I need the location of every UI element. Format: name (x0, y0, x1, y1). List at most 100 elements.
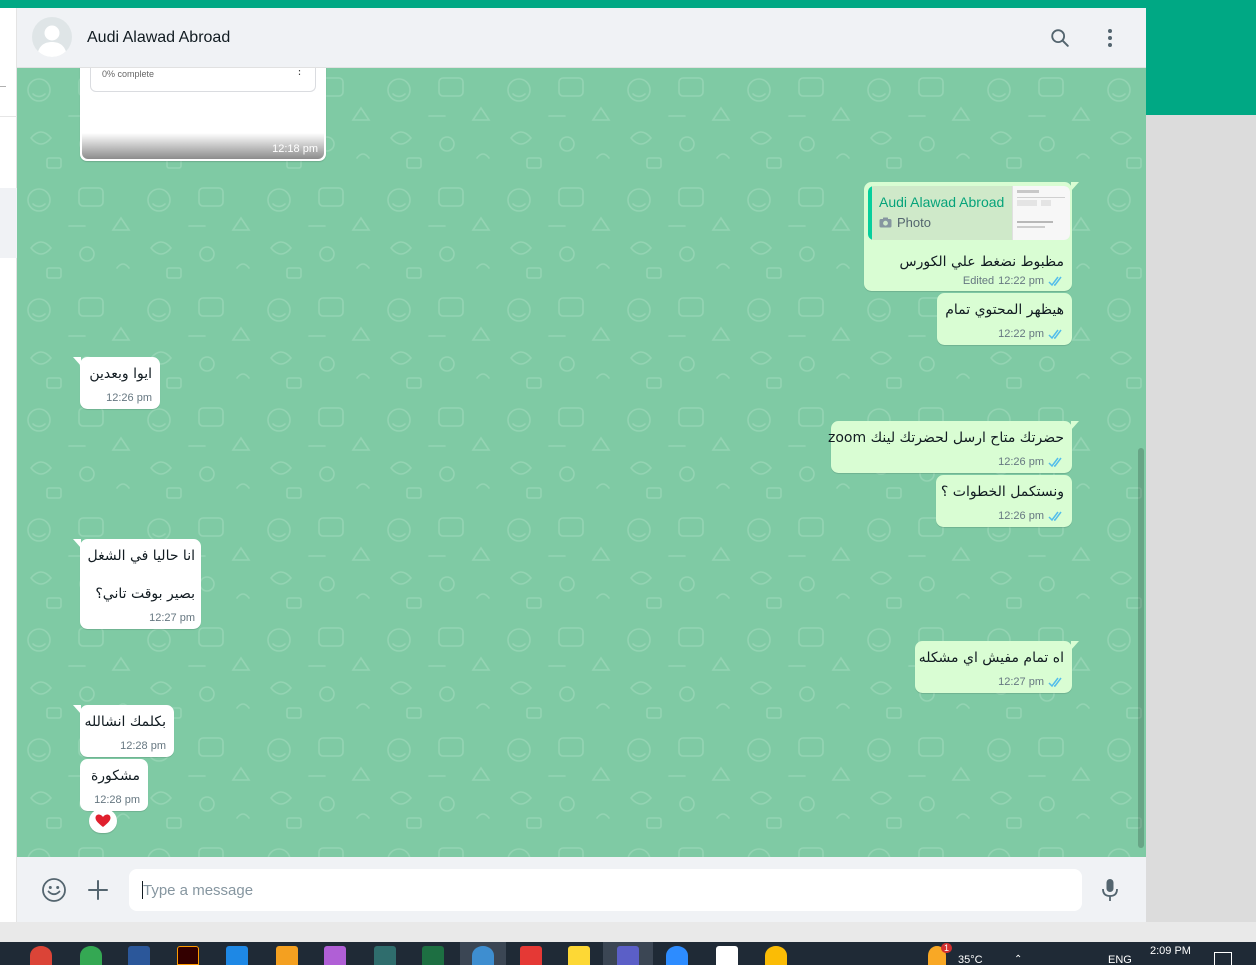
scrollbar[interactable] (1138, 448, 1144, 848)
contact-name[interactable]: Audi Alawad Abroad (87, 29, 230, 47)
message-meta: 12:26 pm (998, 456, 1064, 468)
attach-button[interactable] (83, 875, 113, 905)
chevron-up-icon[interactable]: ⌃ (1014, 954, 1022, 965)
image-message[interactable]: 0% complete ⋮ 12:18 pm (80, 68, 326, 161)
text-cursor (142, 881, 143, 899)
message-text: ونستكمل الخطوات ؟ (940, 484, 1064, 500)
microphone-icon (1102, 879, 1118, 901)
message-bubble-incoming[interactable]: ايوا وبعدين 12:26 pm (73, 357, 160, 409)
weather-badge: 1 (941, 943, 953, 953)
app-icon[interactable] (276, 946, 298, 965)
voice-message-button[interactable] (1095, 875, 1125, 905)
message-bubble-incoming[interactable]: مشكورة 12:28 pm (80, 759, 148, 811)
emoji-button[interactable] (39, 875, 69, 905)
more-options-icon (1108, 29, 1112, 47)
message-time: 12:18 pm (272, 143, 318, 155)
selected-chat-indicator[interactable] (0, 188, 17, 258)
emoji-icon (42, 878, 66, 902)
notifications-icon[interactable] (1214, 952, 1232, 965)
background-area (1146, 115, 1256, 922)
message-time: 12:26 pm (998, 456, 1044, 468)
message-bubble-outgoing[interactable]: هيظهر المحتوي تمام 12:22 pm (937, 293, 1072, 345)
chrome-icon[interactable] (765, 946, 787, 965)
heart-icon (95, 814, 111, 827)
chrome-icon[interactable] (30, 946, 52, 965)
double-check-icon (1048, 329, 1062, 339)
thumbnail-preview (1017, 190, 1065, 228)
taskbar: 1 35°C ⌃ ENG 2:09 PM (0, 942, 1256, 965)
message-bubble-incoming[interactable]: بكلمك انشالله 12:28 pm (73, 705, 174, 757)
search-icon (1051, 29, 1069, 47)
chrome-icon[interactable] (472, 946, 494, 965)
chat-header: Audi Alawad Abroad (17, 8, 1146, 68)
quoted-thumbnail (1012, 186, 1070, 240)
message-time: 12:28 pm (94, 794, 140, 806)
menu-button[interactable] (1096, 24, 1124, 52)
message-time: 12:22 pm (998, 275, 1044, 287)
default-avatar-icon (37, 25, 67, 57)
chat-list-edge[interactable] (0, 8, 17, 922)
message-text-line-2: بصير بوقت تاني؟ (95, 586, 195, 602)
message-meta: 12:28 pm (120, 740, 166, 752)
double-check-icon (1048, 276, 1062, 286)
message-list[interactable]: 0% complete ⋮ 12:18 pm Audi Alawad Abroa… (17, 68, 1146, 857)
message-text: هيظهر المحتوي تمام (945, 302, 1064, 318)
temperature[interactable]: 35°C (958, 954, 983, 965)
double-check-icon (1048, 511, 1062, 521)
message-bubble-outgoing[interactable]: حضرتك متاح ارسل لحضرتك لينك zoom 12:26 p… (828, 421, 1079, 473)
plus-icon (88, 880, 108, 900)
word-icon[interactable] (128, 946, 150, 965)
zoom-icon[interactable] (666, 946, 688, 965)
message-text: مظبوط نضغط علي الكورس (899, 254, 1064, 270)
teams-icon[interactable] (617, 946, 639, 965)
message-text: حضرتك متاح ارسل لحضرتك لينك zoom (828, 430, 1064, 446)
message-bubble-outgoing[interactable]: ونستكمل الخطوات ؟ 12:26 pm (936, 475, 1072, 527)
excel-icon[interactable] (422, 946, 444, 965)
bubble-tail (73, 705, 81, 714)
search-button[interactable] (1046, 24, 1074, 52)
message-meta: 12:22 pm (998, 328, 1064, 340)
message-text: ايوا وبعدين (89, 366, 152, 382)
message-time: 12:22 pm (998, 328, 1044, 340)
illustrator-icon[interactable] (177, 946, 199, 965)
image-preview: 0% complete ⋮ (90, 68, 316, 92)
image-progress-text: 0% complete (102, 69, 155, 79)
message-bubble-outgoing[interactable]: اه تمام مفيش اي مشكله 12:27 pm (915, 641, 1079, 693)
bubble-tail (1071, 641, 1079, 650)
quote-bar (868, 186, 872, 240)
message-meta: 12:27 pm (998, 676, 1064, 688)
message-bubble-outgoing[interactable]: Audi Alawad Abroad Photo مظبوط نضغط علي … (864, 182, 1079, 291)
message-meta: 12:28 pm (94, 794, 140, 806)
divider (0, 116, 17, 117)
app-icon[interactable] (324, 946, 346, 965)
message-input[interactable] (129, 869, 1082, 911)
bubble-tail (73, 357, 81, 366)
message-text: انا حاليا في الشغل (87, 548, 195, 564)
app-top-strip (0, 0, 1256, 8)
divider (0, 86, 6, 87)
avatar[interactable] (32, 17, 72, 57)
quoted-message[interactable]: Audi Alawad Abroad Photo (868, 186, 1070, 240)
message-text: اه تمام مفيش اي مشكله (918, 650, 1064, 666)
message-text: مشكورة (90, 768, 140, 784)
app-icon[interactable] (374, 946, 396, 965)
bubble-tail (73, 539, 81, 548)
message-time: 12:26 pm (998, 510, 1044, 522)
bubble-tail (1071, 421, 1079, 430)
chrome-icon[interactable] (80, 946, 102, 965)
message-time: 12:27 pm (998, 676, 1044, 688)
message-time: 12:26 pm (106, 392, 152, 404)
clock[interactable]: 2:09 PM (1150, 945, 1191, 957)
app-icon[interactable] (568, 946, 590, 965)
bubble-tail (1071, 182, 1079, 191)
edited-label: Edited (962, 275, 995, 287)
composer (17, 857, 1146, 922)
message-meta: 12:26 pm (998, 510, 1064, 522)
pdf-icon[interactable] (716, 946, 738, 965)
reaction-badge[interactable] (89, 809, 117, 833)
app-icon[interactable] (520, 946, 542, 965)
language-indicator[interactable]: ENG (1108, 954, 1132, 965)
message-meta: 12:27 pm (149, 612, 195, 624)
message-bubble-incoming[interactable]: انا حاليا في الشغل بصير بوقت تاني؟ 12:27… (73, 539, 201, 629)
app-icon[interactable] (226, 946, 248, 965)
